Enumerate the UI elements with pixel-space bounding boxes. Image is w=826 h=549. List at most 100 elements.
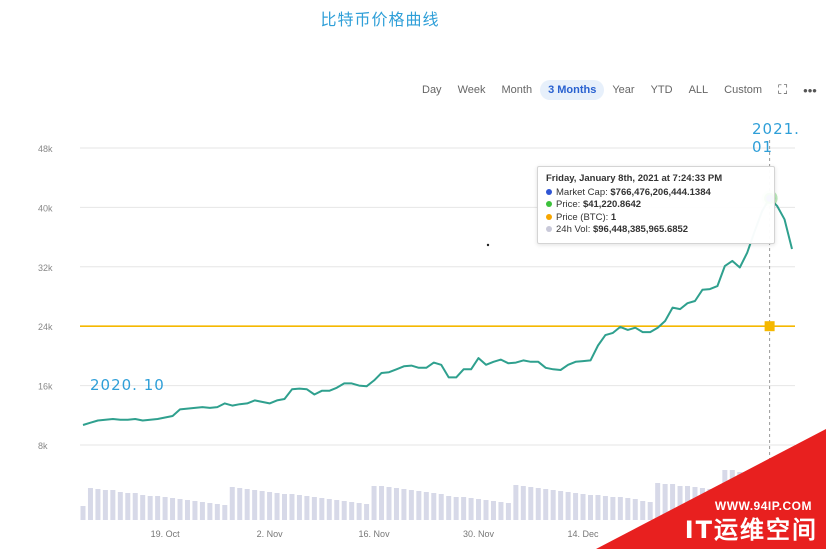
volume-bar bbox=[431, 493, 437, 520]
volume-bar bbox=[528, 487, 534, 520]
volume-bar bbox=[259, 491, 265, 520]
volume-bar bbox=[341, 501, 347, 520]
volume-bar bbox=[423, 492, 429, 520]
tooltip-row-volume: 24h Vol: $96,448,385,965.6852 bbox=[546, 224, 766, 237]
tooltip-row-price-btc: Price (BTC): 1 bbox=[546, 212, 766, 225]
volume-bar bbox=[244, 489, 250, 520]
volume-bar bbox=[364, 504, 370, 520]
y-tick-label: 32k bbox=[38, 263, 53, 273]
volume-bar bbox=[490, 501, 496, 520]
volume-bar bbox=[289, 494, 295, 520]
volume-bar bbox=[513, 485, 519, 520]
volume-bar bbox=[371, 486, 377, 520]
volume-bar bbox=[155, 496, 161, 520]
volume-bar bbox=[453, 497, 459, 520]
volume-bar bbox=[140, 495, 146, 520]
volume-bar bbox=[393, 488, 399, 520]
volume-bar bbox=[379, 486, 385, 520]
tooltip-row-price: Price: $41,220.8642 bbox=[546, 199, 766, 212]
y-tick-label: 48k bbox=[38, 144, 53, 154]
tooltip-label: Market Cap: bbox=[556, 186, 608, 198]
volume-bar bbox=[461, 497, 467, 520]
volume-bar bbox=[438, 494, 444, 520]
volume-bar bbox=[573, 493, 579, 520]
volume-bar bbox=[349, 502, 355, 520]
volume-bar bbox=[408, 490, 414, 520]
volume-bar bbox=[416, 491, 422, 520]
x-tick-label: 14. Dec bbox=[568, 529, 600, 539]
volume-dot-icon bbox=[546, 226, 552, 233]
volume-bar bbox=[334, 500, 340, 520]
volume-bar bbox=[386, 487, 392, 520]
y-tick-label: 40k bbox=[38, 203, 53, 213]
volume-bar bbox=[446, 496, 452, 520]
volume-bar bbox=[282, 494, 288, 520]
reference-marker bbox=[764, 321, 775, 332]
volume-bar bbox=[498, 502, 504, 520]
price-btc-dot-icon bbox=[546, 213, 552, 220]
volume-bar bbox=[207, 503, 213, 520]
volume-bar bbox=[505, 503, 511, 520]
volume-bar bbox=[192, 501, 198, 520]
volume-bar bbox=[296, 495, 302, 520]
tooltip-label: Price (BTC): bbox=[556, 211, 609, 223]
y-tick-label: 8k bbox=[38, 441, 48, 451]
y-tick-label: 24k bbox=[38, 322, 53, 332]
tooltip-value: 1 bbox=[610, 211, 617, 223]
volume-bar bbox=[125, 493, 131, 520]
volume-bar bbox=[117, 492, 123, 520]
volume-bar bbox=[476, 499, 482, 520]
x-axis: 19. Oct 2. Nov 16. Nov 30. Nov 14. Dec bbox=[151, 529, 599, 539]
tooltip-value: $41,220.8642 bbox=[582, 199, 642, 210]
tooltip-value: $96,448,385,965.6852 bbox=[592, 224, 689, 235]
y-tick-label: 16k bbox=[38, 382, 53, 392]
volume-bar bbox=[274, 493, 280, 520]
tooltip-value: $766,476,206,444.1384 bbox=[610, 186, 711, 198]
volume-bar bbox=[319, 498, 325, 520]
watermark-brand: IT运维空间 bbox=[684, 516, 818, 544]
volume-bar bbox=[87, 488, 93, 520]
price-dot-icon bbox=[546, 201, 552, 208]
volume-bar bbox=[147, 496, 153, 520]
volume-bar bbox=[483, 500, 489, 520]
volume-bar bbox=[468, 498, 474, 520]
volume-bar bbox=[199, 502, 205, 520]
x-tick-label: 19. Oct bbox=[151, 529, 181, 539]
volume-bar bbox=[267, 492, 273, 520]
volume-bar bbox=[214, 504, 220, 520]
volume-bar bbox=[184, 500, 190, 520]
chart-tooltip: Friday, January 8th, 2021 at 7:24:33 PM … bbox=[537, 166, 775, 244]
volume-bar bbox=[311, 497, 317, 520]
volume-bar bbox=[401, 489, 407, 520]
volume-bar bbox=[543, 489, 549, 520]
tooltip-title: Friday, January 8th, 2021 at 7:24:33 PM bbox=[546, 173, 723, 184]
volume-bar bbox=[229, 487, 235, 520]
volume-bar bbox=[252, 490, 258, 520]
volume-bar bbox=[587, 495, 593, 520]
volume-bar bbox=[170, 498, 176, 520]
volume-bar bbox=[356, 503, 362, 520]
volume-bar bbox=[520, 486, 526, 520]
x-tick-label: 30. Nov bbox=[463, 529, 495, 539]
market-cap-dot-icon bbox=[546, 188, 552, 195]
volume-bar bbox=[80, 506, 86, 520]
volume-bar bbox=[162, 497, 168, 520]
volume-bar bbox=[222, 505, 228, 520]
volume-bar bbox=[177, 499, 183, 520]
tooltip-row-market-cap: Market Cap: $766,476,206,444.1384 bbox=[546, 187, 766, 200]
volume-bar bbox=[132, 493, 138, 520]
volume-bar bbox=[102, 490, 108, 520]
x-tick-label: 16. Nov bbox=[359, 529, 391, 539]
tooltip-label: 24h Vol: bbox=[556, 224, 591, 235]
volume-bar bbox=[535, 488, 541, 520]
watermark: WWW.94IP.COM IT运维空间 bbox=[596, 429, 826, 549]
volume-bar bbox=[558, 491, 564, 520]
volume-bar bbox=[237, 488, 243, 520]
y-axis: 8k 16k 24k 32k 40k 48k bbox=[38, 144, 53, 451]
tooltip-label: Price: bbox=[556, 199, 581, 210]
volume-bar bbox=[565, 492, 571, 520]
x-tick-label: 2. Nov bbox=[257, 529, 284, 539]
volume-bar bbox=[580, 494, 586, 520]
volume-bar bbox=[304, 496, 310, 520]
stray-dot bbox=[486, 243, 490, 247]
